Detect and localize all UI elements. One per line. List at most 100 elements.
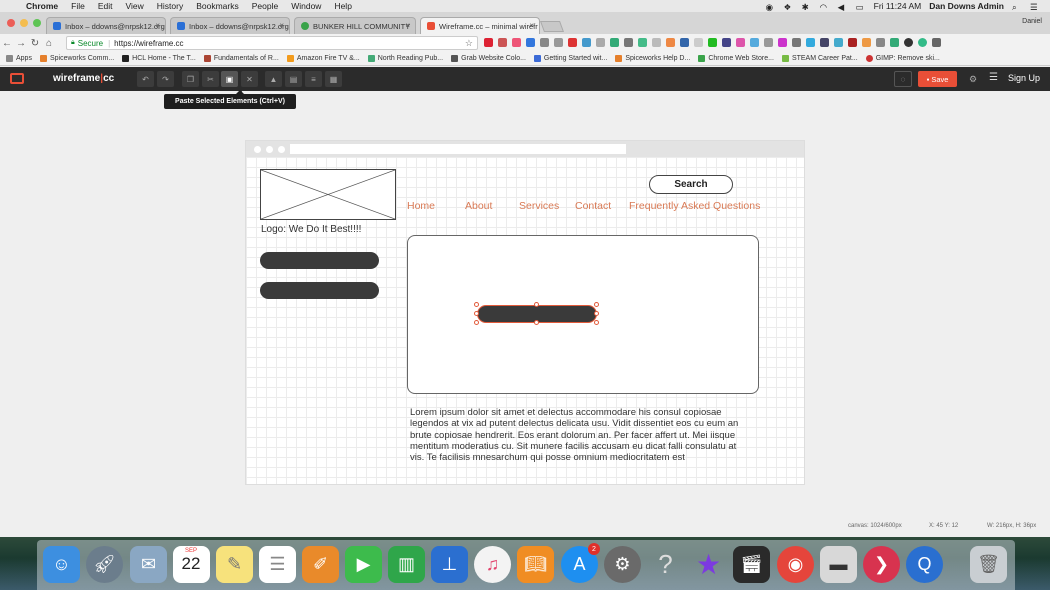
home-icon[interactable]: ⌂ — [42, 38, 56, 49]
menu-bookmarks[interactable]: Bookmarks — [196, 1, 239, 11]
extension-icon[interactable] — [848, 38, 857, 47]
list-icon[interactable]: ☰ — [1030, 2, 1040, 12]
extension-icon[interactable] — [708, 38, 717, 47]
undo-icon[interactable]: ↶ — [137, 71, 154, 87]
app-menu-icon[interactable] — [10, 73, 24, 84]
save-button[interactable]: ▪ Save — [918, 71, 957, 87]
extension-icon[interactable] — [722, 38, 731, 47]
extension-icon[interactable] — [666, 38, 675, 47]
nav-link-contact[interactable]: Contact — [575, 200, 611, 212]
paste-icon[interactable]: ▣ — [221, 71, 238, 87]
extension-icon[interactable] — [820, 38, 829, 47]
resize-handle[interactable] — [594, 302, 599, 307]
resize-handle[interactable] — [594, 320, 599, 325]
copy-icon[interactable]: ❐ — [182, 71, 199, 87]
wifi-icon[interactable]: ◠ — [820, 2, 830, 12]
finder-icon[interactable]: ☺ — [43, 546, 80, 583]
extension-icon[interactable] — [540, 38, 549, 47]
bookmark-star-icon[interactable]: ☆ — [465, 38, 473, 49]
mail-stamp-icon[interactable]: ✉ — [130, 546, 167, 583]
redo-icon[interactable]: ↷ — [157, 71, 174, 87]
menu-view[interactable]: View — [125, 1, 143, 11]
menu-help[interactable]: Help — [334, 1, 351, 11]
bookmark-item[interactable]: GIMP: Remove ski... — [865, 55, 940, 62]
align-icon[interactable]: ≡ — [305, 71, 322, 87]
resize-handle[interactable] — [474, 311, 479, 316]
resize-handle[interactable] — [474, 302, 479, 307]
extension-icon[interactable] — [862, 38, 871, 47]
tab-bunker-hill[interactable]: BUNKER HILL COMMUNITY × — [294, 17, 416, 34]
comment-icon[interactable]: ◌ — [894, 71, 912, 87]
extension-icon[interactable] — [624, 38, 633, 47]
extension-icon[interactable] — [806, 38, 815, 47]
resize-handle[interactable] — [534, 302, 539, 307]
extension-icon[interactable] — [526, 38, 535, 47]
extension-icon[interactable] — [680, 38, 689, 47]
extension-icon[interactable] — [876, 38, 885, 47]
extension-icon[interactable] — [512, 38, 521, 47]
lorem-paragraph[interactable]: Lorem ipsum dolor sit amet et delectus a… — [410, 407, 752, 463]
menu-people[interactable]: People — [252, 1, 278, 11]
menu-history[interactable]: History — [157, 1, 183, 11]
numbers-icon[interactable]: ▥ — [388, 546, 425, 583]
ibooks-icon[interactable]: 📖︎ — [517, 546, 554, 583]
profile-name[interactable]: Daniel — [1022, 18, 1042, 25]
nav-link-about[interactable]: About — [465, 200, 492, 212]
close-icon[interactable]: × — [155, 21, 160, 30]
extension-icon[interactable] — [918, 38, 927, 47]
arrange-icon[interactable]: ▦ — [325, 71, 342, 87]
sidebar-button-2[interactable] — [260, 282, 379, 299]
group-icon[interactable]: ▤ — [285, 71, 302, 87]
bookmark-item[interactable]: Amazon Fire TV &... — [286, 55, 360, 62]
close-icon[interactable]: × — [405, 21, 410, 30]
extension-icon[interactable] — [652, 38, 661, 47]
help-question-icon[interactable]: ? — [647, 546, 684, 583]
close-window-button[interactable] — [7, 19, 15, 27]
menubar-clock[interactable]: Fri 11:24 AM — [874, 1, 922, 11]
search-button[interactable]: Search — [649, 175, 733, 194]
omnibox[interactable]: 🔒︎ Secure | https://wireframe.cc ☆ — [66, 36, 478, 50]
tab-wireframe[interactable]: Wireframe.cc – minimal wirefr × — [420, 17, 540, 34]
bookmark-item[interactable]: Grab Website Colo... — [451, 55, 526, 62]
bookmark-item[interactable]: Spiceworks Help D... — [615, 55, 690, 62]
bookmark-item[interactable]: STEAM Career Pat... — [781, 55, 858, 62]
close-icon[interactable]: × — [279, 21, 284, 30]
close-icon[interactable]: × — [529, 21, 534, 30]
bookmark-apps[interactable]: Apps — [6, 55, 32, 62]
delete-icon[interactable]: ✕ — [241, 71, 258, 87]
minimize-window-button[interactable] — [20, 19, 28, 27]
itunes-icon[interactable]: ♫ — [474, 546, 511, 583]
bookmark-item[interactable]: Getting Started wit... — [533, 55, 607, 62]
final-cut-icon[interactable]: 🎬︎ — [733, 546, 770, 583]
menu-app-name[interactable]: Chrome — [26, 1, 58, 11]
resize-handle[interactable] — [474, 320, 479, 325]
sidebar-button-1[interactable] — [260, 252, 379, 269]
extension-icon[interactable] — [638, 38, 647, 47]
logo-image-placeholder[interactable] — [260, 169, 396, 220]
forward-icon[interactable]: → — [14, 38, 28, 49]
notes-icon[interactable]: ✎ — [216, 546, 253, 583]
imovie-star-icon[interactable]: ★ — [690, 546, 727, 583]
bookmark-item[interactable]: Fundamentals of R... — [203, 55, 279, 62]
dropbox-icon[interactable]: ❖ — [784, 2, 794, 12]
extension-icon[interactable] — [904, 38, 913, 47]
chrome-icon[interactable]: ◉ — [777, 546, 814, 583]
volume-icon[interactable]: ◀ — [838, 2, 848, 12]
menu-edit[interactable]: Edit — [98, 1, 113, 11]
facetime-icon[interactable]: ▶ — [345, 546, 382, 583]
resize-handle[interactable] — [534, 320, 539, 325]
extension-icon[interactable] — [498, 38, 507, 47]
launchpad-icon[interactable]: 🚀︎ — [86, 546, 123, 583]
menubar-user[interactable]: Dan Downs Admin — [929, 1, 1004, 11]
reload-icon[interactable]: ↻ — [28, 38, 42, 49]
reminders-icon[interactable]: ☰ — [259, 546, 296, 583]
sign-up-link[interactable]: Sign Up — [1008, 73, 1040, 83]
hamburger-icon[interactable]: ☰ — [989, 72, 998, 83]
settings-gear-icon[interactable]: ⚙ — [964, 71, 982, 87]
extension-icon[interactable] — [792, 38, 801, 47]
battery-icon[interactable]: ▭ — [856, 2, 866, 12]
resize-handle[interactable] — [594, 311, 599, 316]
extension-icon[interactable] — [890, 38, 899, 47]
bookmark-item[interactable]: Spiceworks Comm... — [39, 55, 114, 62]
bookmark-item[interactable]: HCL Home - The T... — [122, 55, 196, 62]
